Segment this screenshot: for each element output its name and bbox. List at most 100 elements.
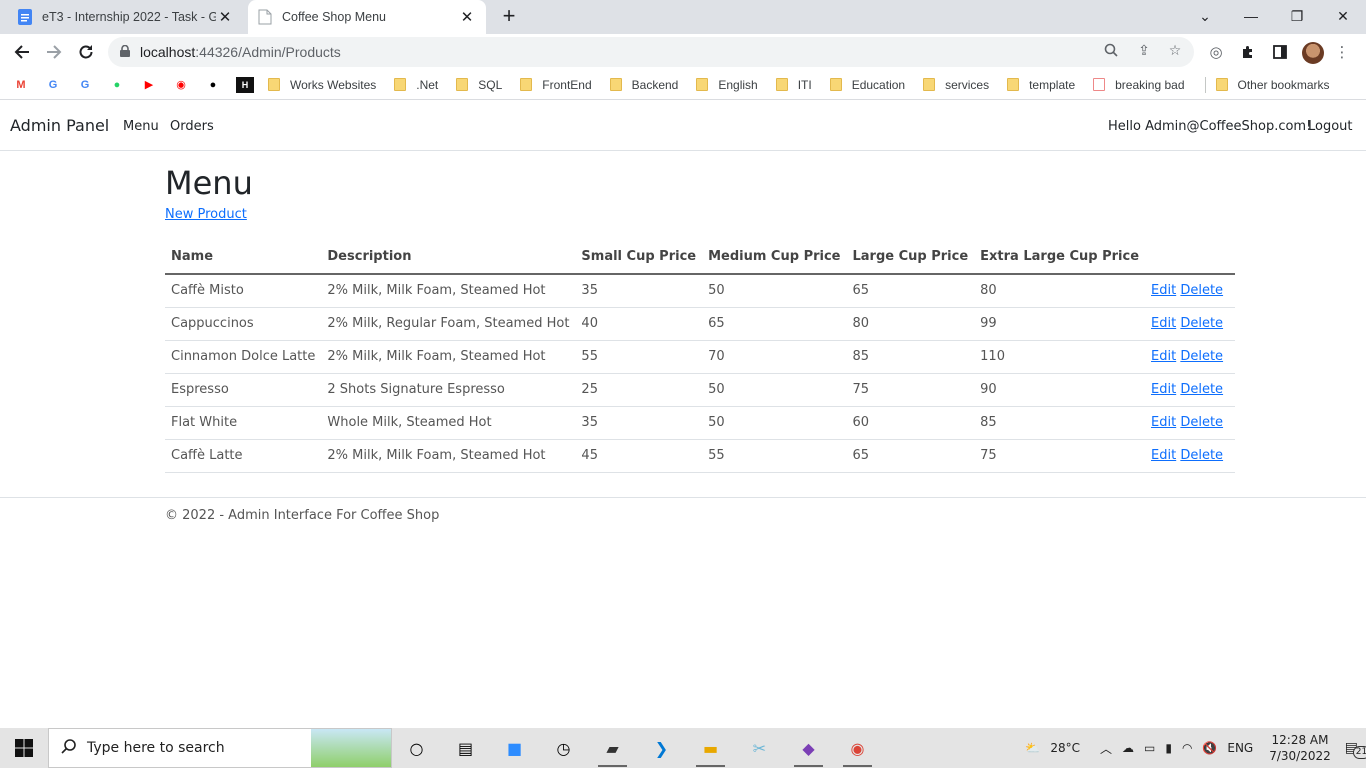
google-translate-icon[interactable]: G: [44, 77, 62, 93]
main-content: Menu New Product Name Description Small …: [165, 163, 1236, 473]
chrome-icon[interactable]: ◉: [833, 728, 882, 768]
side-panel-icon[interactable]: [1270, 42, 1290, 62]
youtube-music-icon[interactable]: ◉: [172, 77, 190, 93]
chevron-up-icon[interactable]: ︿: [1100, 740, 1112, 757]
cell-name: Flat White: [165, 406, 322, 440]
edit-link[interactable]: Edit: [1151, 448, 1176, 463]
bookmark-folder-frontend[interactable]: FrontEnd: [520, 78, 592, 92]
battery-icon[interactable]: ▮: [1165, 741, 1172, 755]
cell-large: 75: [846, 373, 975, 407]
github-icon[interactable]: ●: [204, 77, 222, 93]
onedrive-icon[interactable]: ☁: [1122, 741, 1134, 755]
zoom-app-icon[interactable]: ■: [490, 728, 539, 768]
bookmark-label: breaking bad: [1115, 77, 1185, 92]
folder-icon: [829, 78, 842, 91]
minimize-button[interactable]: —: [1228, 0, 1274, 32]
close-icon[interactable]: ✕: [458, 8, 476, 26]
extension-circle-icon[interactable]: ◎: [1206, 42, 1226, 62]
close-icon[interactable]: ✕: [216, 8, 234, 26]
visual-studio-icon[interactable]: ◆: [784, 728, 833, 768]
back-icon[interactable]: [8, 38, 36, 66]
forward-icon[interactable]: [40, 38, 68, 66]
cell-xl: 80: [974, 274, 1146, 308]
vscode-icon[interactable]: ❯: [637, 728, 686, 768]
bookmark-folder-backend[interactable]: Backend: [609, 78, 678, 92]
google-icon[interactable]: G: [76, 77, 94, 93]
brand-link[interactable]: Admin Panel: [10, 116, 109, 135]
tab-google-docs[interactable]: eT3 - Internship 2022 - Task - Go ✕: [8, 0, 244, 34]
taskbar-search-box[interactable]: Type here to search: [48, 728, 392, 768]
cell-actions: Edit Delete: [1145, 373, 1236, 407]
wifi-icon[interactable]: ◠: [1182, 741, 1192, 755]
bookmark-folder-education[interactable]: Education: [829, 78, 905, 92]
cell-name: Espresso: [165, 373, 322, 407]
edit-link[interactable]: Edit: [1151, 382, 1176, 397]
delete-link[interactable]: Delete: [1180, 316, 1223, 331]
cell-name: Caffè Misto: [165, 274, 322, 308]
bookmark-breaking-bad[interactable]: breaking bad: [1093, 77, 1185, 92]
logout-link[interactable]: Logout: [1308, 119, 1353, 134]
sticky-notes-icon[interactable]: ▰: [588, 728, 637, 768]
bookmark-folder-net[interactable]: .Net: [394, 78, 438, 92]
weather-icon[interactable]: ⛅: [1025, 741, 1040, 755]
task-view-icon[interactable]: ▤: [441, 728, 490, 768]
notification-center-icon[interactable]: ▤ 21: [1345, 740, 1366, 759]
delete-link[interactable]: Delete: [1180, 283, 1223, 298]
restore-button[interactable]: ❐: [1274, 0, 1320, 32]
extensions-puzzle-icon[interactable]: [1238, 42, 1258, 62]
url-path: :44326/Admin/Products: [195, 44, 341, 60]
language-indicator[interactable]: ENG: [1227, 741, 1253, 755]
delete-link[interactable]: Delete: [1180, 382, 1223, 397]
windows-start-icon[interactable]: [0, 728, 48, 768]
bookmark-folder-sql[interactable]: SQL: [456, 78, 502, 92]
browser-toolbar: localhost:44326/Admin/Products ⇪ ☆ ◎ ⋮: [0, 34, 1366, 70]
products-table: Name Description Small Cup Price Medium …: [165, 240, 1236, 473]
new-product-link[interactable]: New Product: [165, 207, 247, 222]
meet-icon[interactable]: ▭: [1144, 741, 1155, 755]
alarms-clock-icon[interactable]: ◷: [539, 728, 588, 768]
bookmark-folder-template[interactable]: template: [1007, 78, 1075, 92]
more-options-icon[interactable]: ⋮: [1332, 42, 1352, 62]
bookmark-folder-iti[interactable]: ITI: [775, 78, 812, 92]
temperature-text[interactable]: 28°C: [1050, 741, 1080, 755]
edit-link[interactable]: Edit: [1151, 415, 1176, 430]
cell-large: 65: [846, 274, 975, 308]
close-window-button[interactable]: ✕: [1320, 0, 1366, 32]
cell-xl: 75: [974, 439, 1146, 473]
hackerrank-icon[interactable]: H: [236, 76, 254, 93]
snip-tool-icon[interactable]: ✂: [735, 728, 784, 768]
tab-coffee-shop-menu[interactable]: Coffee Shop Menu ✕: [248, 0, 486, 34]
tab-search-icon[interactable]: ⌄: [1182, 0, 1228, 32]
delete-link[interactable]: Delete: [1180, 448, 1223, 463]
new-tab-button[interactable]: +: [497, 5, 521, 29]
profile-avatar[interactable]: [1302, 42, 1324, 64]
gmail-icon[interactable]: M: [12, 77, 30, 93]
bookmark-folder-works-websites[interactable]: Works Websites: [268, 78, 376, 92]
edit-link[interactable]: Edit: [1151, 349, 1176, 364]
edit-link[interactable]: Edit: [1151, 316, 1176, 331]
bookmark-folder-services[interactable]: services: [923, 78, 989, 92]
file-explorer-icon[interactable]: ▬: [686, 728, 735, 768]
products-table-body: Caffè Misto 2% Milk, Milk Foam, Steamed H…: [165, 274, 1236, 473]
delete-link[interactable]: Delete: [1180, 349, 1223, 364]
bookmark-star-icon[interactable]: ☆: [1166, 41, 1184, 59]
whatsapp-icon[interactable]: ●: [108, 77, 126, 93]
bookmark-folder-english[interactable]: English: [696, 78, 758, 92]
clock[interactable]: 12:28 AM 7/30/2022: [1269, 732, 1331, 764]
address-bar[interactable]: localhost:44326/Admin/Products: [108, 37, 1194, 67]
youtube-icon[interactable]: ▶: [140, 77, 158, 93]
edit-link[interactable]: Edit: [1151, 283, 1176, 298]
bookmark-label: Works Websites: [290, 77, 377, 92]
cortana-icon[interactable]: ○: [392, 728, 441, 768]
user-greeting-link[interactable]: Hello Admin@CoffeeShop.com!: [1108, 119, 1311, 134]
volume-muted-icon[interactable]: 🔇: [1202, 741, 1217, 755]
table-row: Cinnamon Dolce Latte 2% Milk, Milk Foam, …: [165, 340, 1236, 374]
other-bookmarks[interactable]: Other bookmarks: [1215, 78, 1330, 92]
zoom-icon[interactable]: [1102, 41, 1120, 59]
delete-link[interactable]: Delete: [1180, 415, 1223, 430]
cell-small: 55: [575, 340, 703, 374]
reload-icon[interactable]: [72, 38, 100, 66]
nav-menu-link[interactable]: Menu: [123, 119, 159, 134]
nav-orders-link[interactable]: Orders: [170, 119, 214, 134]
share-icon[interactable]: ⇪: [1135, 41, 1153, 59]
